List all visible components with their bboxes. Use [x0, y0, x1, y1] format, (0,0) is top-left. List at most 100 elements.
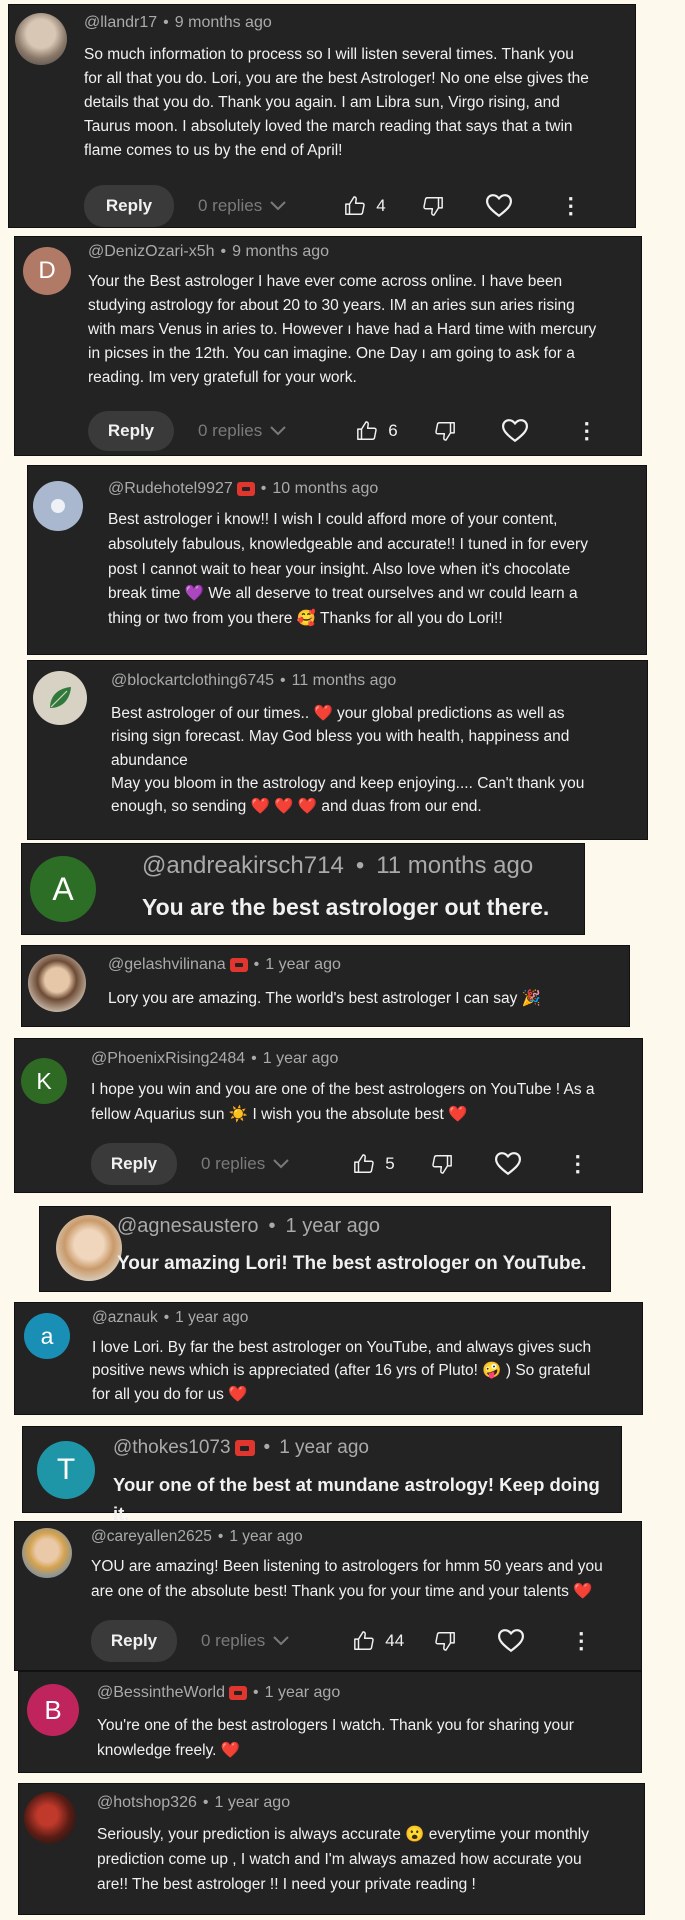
- comment-actions: Reply 0 replies 44 ⋮: [91, 1620, 592, 1662]
- comment-time[interactable]: 1 year ago: [229, 1528, 302, 1545]
- comment-time[interactable]: 9 months ago: [175, 14, 272, 31]
- avatar[interactable]: [24, 1792, 76, 1844]
- heart-icon[interactable]: [485, 194, 512, 218]
- reply-button[interactable]: Reply: [91, 1143, 177, 1185]
- dislike-button[interactable]: [434, 1630, 456, 1652]
- dislike-button[interactable]: [431, 1153, 453, 1175]
- comment-author[interactable]: @hotshop326: [97, 1794, 197, 1811]
- replies-count: 0 replies: [201, 1154, 266, 1173]
- comment-author[interactable]: @DenizOzari-x5h: [88, 243, 215, 260]
- comment-author[interactable]: @PhoenixRising2484: [91, 1050, 245, 1067]
- meta-separator: •: [163, 1309, 170, 1326]
- comment-line: flame comes to us by the end of April!: [84, 142, 343, 160]
- comment-author[interactable]: @blockartclothing6745: [111, 672, 274, 689]
- avatar[interactable]: B: [27, 1684, 79, 1736]
- avatar[interactable]: [33, 671, 87, 725]
- thumbs-down-icon: [422, 197, 443, 216]
- more-options-icon[interactable]: ⋮: [570, 1628, 592, 1654]
- comment-card: @gelashvilinana • 1 year ago Lory you are …: [21, 945, 630, 1027]
- view-replies-button[interactable]: 0 replies: [201, 1631, 289, 1651]
- meta-separator: •: [263, 1437, 271, 1458]
- more-options-icon[interactable]: ⋮: [560, 193, 582, 219]
- avatar[interactable]: K: [21, 1058, 67, 1104]
- reply-button[interactable]: Reply: [88, 411, 174, 451]
- comment-author[interactable]: @agnesaustero: [117, 1215, 259, 1237]
- view-replies-button[interactable]: 0 replies: [201, 1154, 289, 1174]
- chevron-down-icon: [270, 426, 286, 436]
- member-badge-icon: [229, 1685, 247, 1700]
- comment-line: break time 💜 We all deserve to treat our…: [108, 585, 578, 603]
- meta-separator: •: [253, 1684, 259, 1701]
- comment-time[interactable]: 1 year ago: [265, 956, 341, 973]
- avatar-dot-icon: [51, 499, 65, 513]
- comment-author[interactable]: @llandr17: [84, 14, 157, 31]
- comment-line: enough, so sending ❤️ ❤️ ❤️ and duas fro…: [111, 798, 482, 815]
- comment-author[interactable]: @thokes1073: [113, 1437, 231, 1458]
- dislike-button[interactable]: [434, 420, 456, 442]
- comment-text: I hope you win and you are one of the be…: [91, 1078, 595, 1128]
- comment-meta: @PhoenixRising2484 • 1 year ago: [91, 1050, 338, 1068]
- comment-time[interactable]: 11 months ago: [376, 852, 533, 879]
- avatar[interactable]: T: [37, 1441, 95, 1499]
- comment-time[interactable]: 1 year ago: [265, 1684, 341, 1701]
- comment-author[interactable]: @aznauk: [92, 1309, 158, 1326]
- comment-time[interactable]: 1 year ago: [175, 1309, 248, 1326]
- avatar[interactable]: A: [30, 856, 96, 922]
- member-badge-icon: [236, 481, 255, 496]
- like-button[interactable]: [353, 1153, 375, 1175]
- comment-text: Your one of the best at mundane astrolog…: [113, 1471, 621, 1528]
- comment-line: I love Lori. By far the best astrologer …: [92, 1339, 592, 1356]
- view-replies-button[interactable]: 0 replies: [198, 196, 286, 216]
- thumbs-up-icon: [357, 421, 378, 440]
- thumbs-down-icon: [434, 422, 455, 441]
- comment-line: positive news which is appreciated (afte…: [92, 1362, 591, 1380]
- reply-button[interactable]: Reply: [91, 1620, 177, 1662]
- comment-time[interactable]: 9 months ago: [232, 243, 329, 260]
- meta-separator: •: [268, 1215, 276, 1237]
- dislike-button[interactable]: [422, 195, 444, 217]
- comment-author[interactable]: @careyallen2625: [91, 1528, 212, 1545]
- view-replies-button[interactable]: 0 replies: [198, 421, 286, 441]
- meta-separator: •: [260, 480, 267, 497]
- comment-time[interactable]: 1 year ago: [279, 1437, 369, 1458]
- avatar[interactable]: a: [24, 1313, 70, 1359]
- avatar[interactable]: [56, 1215, 122, 1281]
- avatar[interactable]: D: [23, 247, 71, 295]
- replies-count: 0 replies: [198, 421, 263, 440]
- comment-line: Best astrologer i know!! I wish I could …: [108, 511, 558, 528]
- avatar[interactable]: [33, 481, 83, 531]
- comment-line: So much information to process so I will…: [84, 46, 574, 63]
- like-button[interactable]: [356, 420, 378, 442]
- thumbs-down-icon: [435, 1632, 456, 1651]
- comment-time[interactable]: 11 months ago: [292, 672, 397, 689]
- comment-author[interactable]: @andreakirsch714: [142, 852, 344, 879]
- like-button[interactable]: [344, 195, 366, 217]
- like-button[interactable]: [353, 1630, 375, 1652]
- avatar[interactable]: [15, 13, 67, 65]
- reply-button[interactable]: Reply: [84, 185, 174, 227]
- comment-text: You're one of the best astrologers I wat…: [97, 1714, 574, 1764]
- comment-author[interactable]: @gelashvilinana: [108, 956, 226, 973]
- chevron-down-icon: [273, 1159, 289, 1169]
- comment-author[interactable]: @Rudehotel9927: [108, 480, 233, 497]
- heart-icon[interactable]: [501, 419, 528, 443]
- heart-icon[interactable]: [494, 1152, 521, 1176]
- avatar[interactable]: [28, 954, 86, 1012]
- comment-line: rising sign forecast. May God bless you …: [111, 728, 570, 746]
- avatar-letter: K: [36, 1067, 52, 1094]
- avatar[interactable]: [22, 1528, 72, 1578]
- comment-time[interactable]: 10 months ago: [272, 480, 378, 497]
- comment-time[interactable]: 1 year ago: [214, 1794, 290, 1811]
- comment-author[interactable]: @BessintheWorld: [97, 1684, 225, 1701]
- meta-separator: •: [163, 14, 169, 31]
- more-options-icon[interactable]: ⋮: [576, 418, 598, 444]
- comment-card: D @DenizOzari-x5h • 9 months ago Your the …: [14, 236, 642, 456]
- comment-time[interactable]: 1 year ago: [263, 1050, 339, 1067]
- comment-text: You are the best astrologer out there.: [142, 890, 549, 926]
- comment-text: So much information to process so I will…: [84, 43, 589, 163]
- heart-icon[interactable]: [498, 1629, 525, 1653]
- comment-time[interactable]: 1 year ago: [286, 1215, 381, 1237]
- more-options-icon[interactable]: ⋮: [567, 1151, 589, 1177]
- comment-text: Your amazing Lori! The best astrologer o…: [117, 1249, 586, 1278]
- comment-line: in picses in the 12th. You can imagine. …: [88, 345, 575, 363]
